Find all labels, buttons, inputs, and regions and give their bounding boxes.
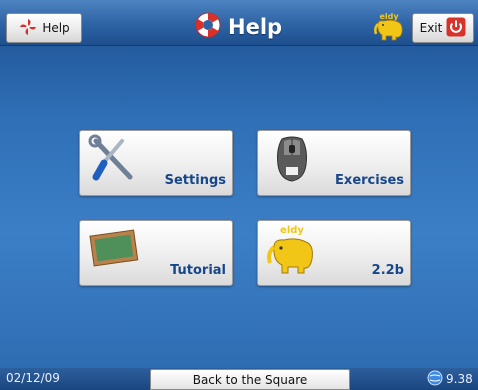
exit-button[interactable]: Exit <box>412 13 474 43</box>
mouse-icon <box>264 133 320 189</box>
help-pinwheel-icon <box>18 17 38 40</box>
brand-logo-text: eldy <box>280 225 304 236</box>
page-title-group: Help <box>194 12 282 42</box>
tutorial-tile[interactable]: Tutorial <box>79 220 233 286</box>
power-icon <box>446 17 466 40</box>
settings-label: Settings <box>164 173 226 188</box>
help-button-label: Help <box>42 21 70 35</box>
status-indicator: 9.38 <box>427 370 473 389</box>
eldy-logo-icon: eldy <box>264 223 320 279</box>
tutorial-label: Tutorial <box>170 263 226 278</box>
chalkboard-icon <box>86 223 142 279</box>
back-to-square-button[interactable]: Back to the Square <box>150 369 350 390</box>
lifebuoy-icon <box>194 11 222 43</box>
help-button[interactable]: Help <box>6 13 82 43</box>
version-tile[interactable]: eldy 2.2b <box>257 220 411 286</box>
title-bar: Help Help eldy Exit <box>0 0 478 46</box>
exit-button-label: Exit <box>419 21 443 35</box>
page-title: Help <box>228 15 283 39</box>
brand-logo-text: eldy <box>379 12 399 21</box>
back-to-square-label: Back to the Square <box>192 372 308 387</box>
tools-icon <box>86 133 142 189</box>
settings-tile[interactable]: Settings <box>79 130 233 196</box>
exercises-tile[interactable]: Exercises <box>257 130 411 196</box>
version-label: 2.2b <box>371 263 404 278</box>
globe-icon <box>427 370 443 389</box>
status-value: 9.38 <box>446 372 473 386</box>
eldy-logo-icon: eldy <box>372 10 406 42</box>
exercises-label: Exercises <box>335 173 404 188</box>
date-display: 02/12/09 <box>6 371 60 385</box>
